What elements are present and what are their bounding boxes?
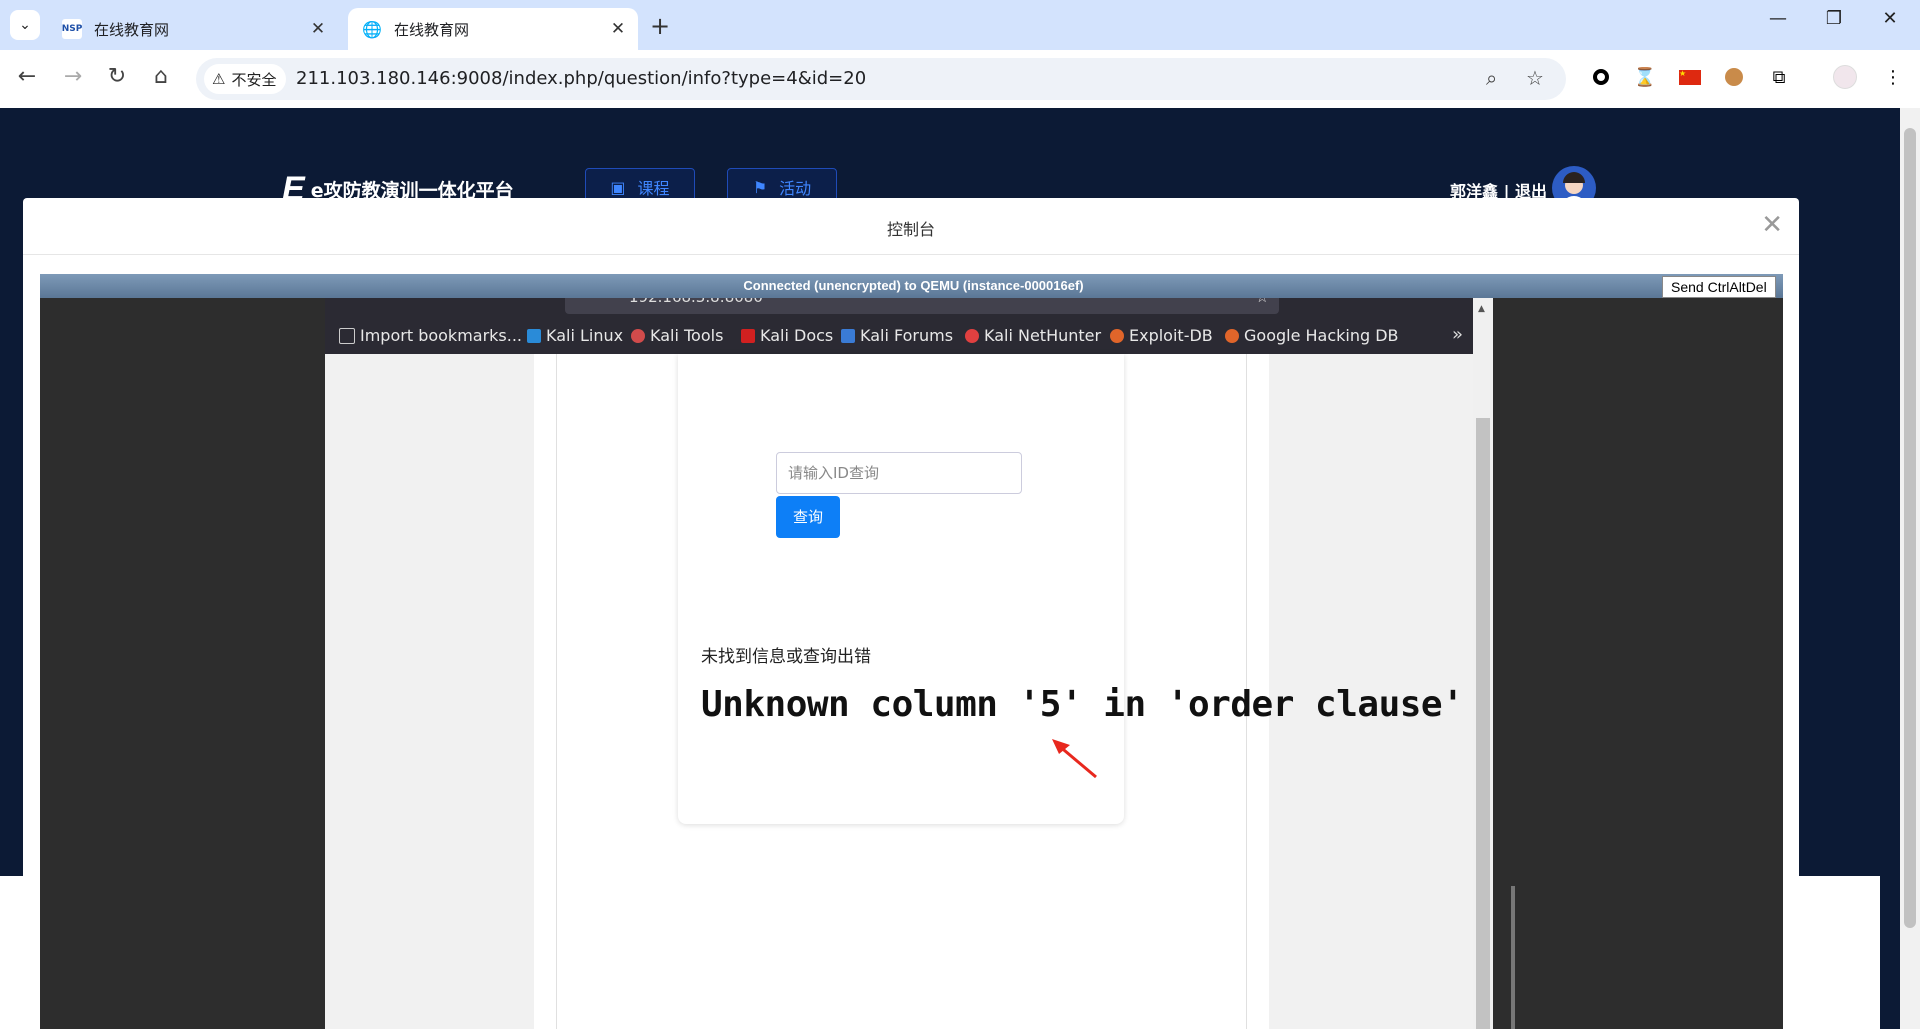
bookmark-label: Kali Tools — [650, 326, 724, 345]
new-tab-button[interactable]: + — [650, 12, 670, 40]
exploit-db-icon — [1110, 328, 1124, 343]
bookmark-item[interactable]: Kali Forums — [841, 326, 953, 345]
extension-hourglass-icon[interactable]: ⌛ — [1632, 64, 1658, 90]
flag-icon: ⚑ — [752, 177, 768, 197]
guest-url-bar[interactable]: 192.168.3.8:8080 ☆ — [565, 298, 1279, 314]
bookmark-item[interactable]: Kali Linux — [527, 326, 623, 345]
kali-tools-icon — [631, 328, 645, 343]
guest-toolbar: 192.168.3.8:8080 ☆ — [325, 298, 1477, 318]
divider — [1511, 886, 1515, 1029]
tab-2[interactable]: 🌐 在线教育网 ✕ — [348, 8, 638, 50]
star-icon[interactable]: ☆ — [1256, 298, 1269, 306]
query-button[interactable]: 查询 — [776, 496, 840, 538]
restore-icon[interactable]: ❐ — [1814, 8, 1854, 29]
guest-firefox-window[interactable]: 192.168.3.8:8080 ☆ Import bookmarks... K… — [325, 298, 1515, 1029]
kali-icon — [527, 328, 541, 343]
guest-page: 请输入ID查询 查询 未找到信息或查询出错 Unknown column '5'… — [534, 354, 1464, 1029]
page-scrollbar[interactable] — [1900, 108, 1920, 1029]
vnc-viewer[interactable]: Connected (unencrypted) to QEMU (instanc… — [40, 274, 1783, 1029]
bookmark-label: Exploit-DB — [1129, 326, 1213, 345]
vnc-status-text: Connected (unencrypted) to QEMU (instanc… — [743, 278, 1084, 293]
book-icon: ▣ — [610, 177, 626, 197]
security-label: 不安全 — [231, 70, 277, 89]
cookie-icon[interactable] — [1721, 64, 1747, 90]
nsp-icon: NSP — [62, 19, 82, 39]
guest-bookmarks-bar: Import bookmarks... Kali Linux Kali Tool… — [325, 318, 1477, 354]
reload-icon[interactable]: ↻ — [102, 64, 132, 89]
vnc-status-bar: Connected (unencrypted) to QEMU (instanc… — [40, 274, 1783, 298]
tab-search-button[interactable]: ⌄ — [10, 10, 40, 40]
bookmark-star-icon[interactable]: ☆ — [1526, 66, 1544, 90]
chevron-right-double-icon[interactable]: » — [1452, 324, 1463, 345]
browser-toolbar: ← → ↻ ⌂ ⚠ 不安全 211.103.180.146:9008/index… — [0, 50, 1920, 108]
console-modal: 控制台 ✕ Connected (unencrypted) to QEMU (i… — [23, 198, 1799, 1029]
bookmark-item[interactable]: Google Hacking DB — [1225, 326, 1399, 345]
bookmark-label: Google Hacking DB — [1244, 326, 1399, 345]
extension-circle-icon[interactable] — [1588, 64, 1614, 90]
ghdb-icon — [1225, 328, 1239, 343]
query-card: 请输入ID查询 查询 未找到信息或查询出错 Unknown column '5'… — [678, 354, 1464, 824]
send-ctrl-alt-del-button[interactable]: Send CtrlAltDel — [1662, 276, 1776, 298]
bookmark-label: Kali Docs — [760, 326, 834, 345]
guest-url-text: 192.168.3.8:8080 — [629, 298, 763, 306]
address-bar[interactable]: ⚠ 不安全 211.103.180.146:9008/index.php/que… — [196, 58, 1566, 100]
globe-icon: 🌐 — [362, 19, 382, 39]
security-chip[interactable]: ⚠ 不安全 — [204, 64, 287, 94]
bookmark-label: Kali Forums — [860, 326, 954, 345]
extensions-puzzle-icon[interactable]: ⧉ — [1766, 64, 1792, 90]
tab-title: 在线教育网 — [394, 20, 470, 39]
bookmark-label: Kali Linux — [546, 326, 624, 345]
bookmark-label: Kali NetHunter — [984, 326, 1102, 345]
id-search-input[interactable]: 请输入ID查询 — [776, 452, 1022, 494]
warning-icon: ⚠ — [212, 70, 226, 88]
profile-avatar[interactable] — [1832, 64, 1858, 90]
kali-docs-icon — [741, 328, 755, 343]
annotation-arrow-icon — [1052, 739, 1097, 779]
tab-1[interactable]: NSP 在线教育网 ✕ — [48, 8, 338, 50]
nethunter-icon — [965, 328, 979, 343]
nav-label: 课程 — [637, 179, 670, 198]
zoom-icon[interactable]: ⌕ — [1486, 66, 1497, 90]
minimize-icon[interactable]: — — [1758, 8, 1798, 29]
nav-label: 活动 — [779, 179, 812, 198]
error-message: 未找到信息或查询出错 — [701, 647, 871, 667]
import-icon — [339, 327, 355, 344]
window-close-icon[interactable]: ✕ — [1870, 8, 1910, 29]
bookmark-item[interactable]: Kali NetHunter — [965, 326, 1101, 345]
sql-error-text: Unknown column '5' in 'order clause' — [701, 684, 1464, 725]
close-icon[interactable]: ✕ — [1761, 210, 1783, 240]
tab-strip: ⌄ NSP 在线教育网 ✕ 🌐 在线教育网 ✕ + — ❐ ✕ — [0, 0, 1920, 50]
bookmark-label: Import bookmarks... — [360, 326, 523, 345]
menu-kebab-icon[interactable]: ⋮ — [1880, 64, 1906, 90]
modal-header: 控制台 ✕ — [23, 198, 1799, 255]
scroll-up-icon[interactable]: ▲ — [1478, 304, 1485, 314]
kali-forums-icon — [841, 328, 855, 343]
bookmark-item[interactable]: Exploit-DB — [1110, 326, 1213, 345]
home-icon[interactable]: ⌂ — [146, 64, 176, 89]
forward-icon[interactable]: → — [58, 64, 88, 89]
close-icon[interactable]: ✕ — [606, 19, 630, 39]
china-flag-icon[interactable]: ★ — [1677, 64, 1703, 90]
bookmark-item[interactable]: Import bookmarks... — [339, 326, 522, 345]
chevron-down-icon: ⌄ — [19, 17, 31, 33]
bookmark-item[interactable]: Kali Tools — [631, 326, 723, 345]
bookmark-item[interactable]: Kali Docs — [741, 326, 833, 345]
modal-title: 控制台 — [886, 220, 935, 239]
url-text[interactable]: 211.103.180.146:9008/index.php/question/… — [296, 68, 866, 89]
close-icon[interactable]: ✕ — [306, 19, 330, 39]
tab-title: 在线教育网 — [94, 20, 170, 39]
guest-scrollbar[interactable]: ▲ — [1473, 298, 1493, 1029]
back-icon[interactable]: ← — [12, 64, 42, 89]
